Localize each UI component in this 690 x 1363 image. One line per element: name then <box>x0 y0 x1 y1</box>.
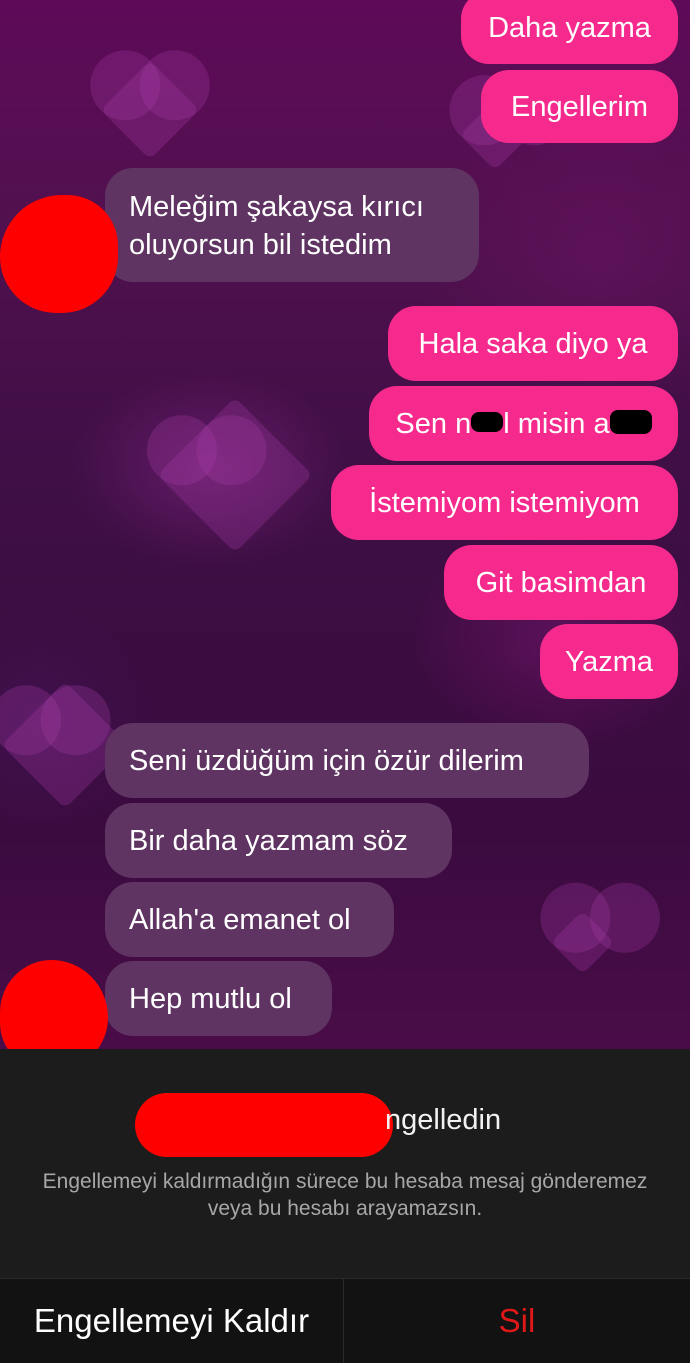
unblock-button[interactable]: Engellemeyi Kaldır <box>0 1278 344 1363</box>
message-text: Sen n <box>395 407 472 440</box>
message-text: l misin a <box>503 407 610 440</box>
blocked-description: Engellemeyi kaldırmadığın sürece bu hesa… <box>42 1170 648 1220</box>
received-message[interactable]: Hep mutlu ol <box>105 961 332 1036</box>
received-message[interactable]: Bir daha yazmam söz <box>105 803 452 878</box>
avatar <box>0 960 108 1049</box>
redacted-username <box>135 1093 393 1157</box>
sent-message[interactable]: Git basimdan <box>444 545 678 620</box>
delete-button[interactable]: Sil <box>344 1278 690 1363</box>
chat-thread[interactable]: Daha yazma Engellerim Meleğim şakaysa kı… <box>0 0 690 1049</box>
avatar <box>0 195 118 313</box>
sent-message[interactable]: Daha yazma <box>461 0 678 64</box>
received-message[interactable]: Allah'a emanet ol <box>105 882 394 957</box>
redaction-mark <box>471 411 504 432</box>
background-heart-icon <box>157 397 313 553</box>
background-heart-icon <box>550 910 615 975</box>
received-message[interactable]: Meleğim şakaysa kırıcı oluyorsun bil ist… <box>105 168 479 282</box>
background-heart-icon <box>100 60 200 160</box>
received-message[interactable]: Seni üzdüğüm için özür dilerim <box>105 723 589 798</box>
sent-message[interactable]: Yazma <box>540 624 678 699</box>
received-message-text: Meleğim şakaysa kırıcı oluyorsun bil ist… <box>129 191 424 261</box>
sent-message[interactable]: Engellerim <box>481 70 678 143</box>
blocked-title: ngelledin <box>385 1104 502 1136</box>
sent-message[interactable]: Sen n l misin a <box>369 386 678 461</box>
action-bar: Engellemeyi Kaldır Sil <box>0 1278 690 1363</box>
redaction-mark <box>609 409 652 434</box>
blocked-panel <box>0 1049 690 1278</box>
sent-message[interactable]: Hala saka diyo ya <box>388 306 678 381</box>
sent-message[interactable]: İstemiyom istemiyom <box>331 465 678 540</box>
